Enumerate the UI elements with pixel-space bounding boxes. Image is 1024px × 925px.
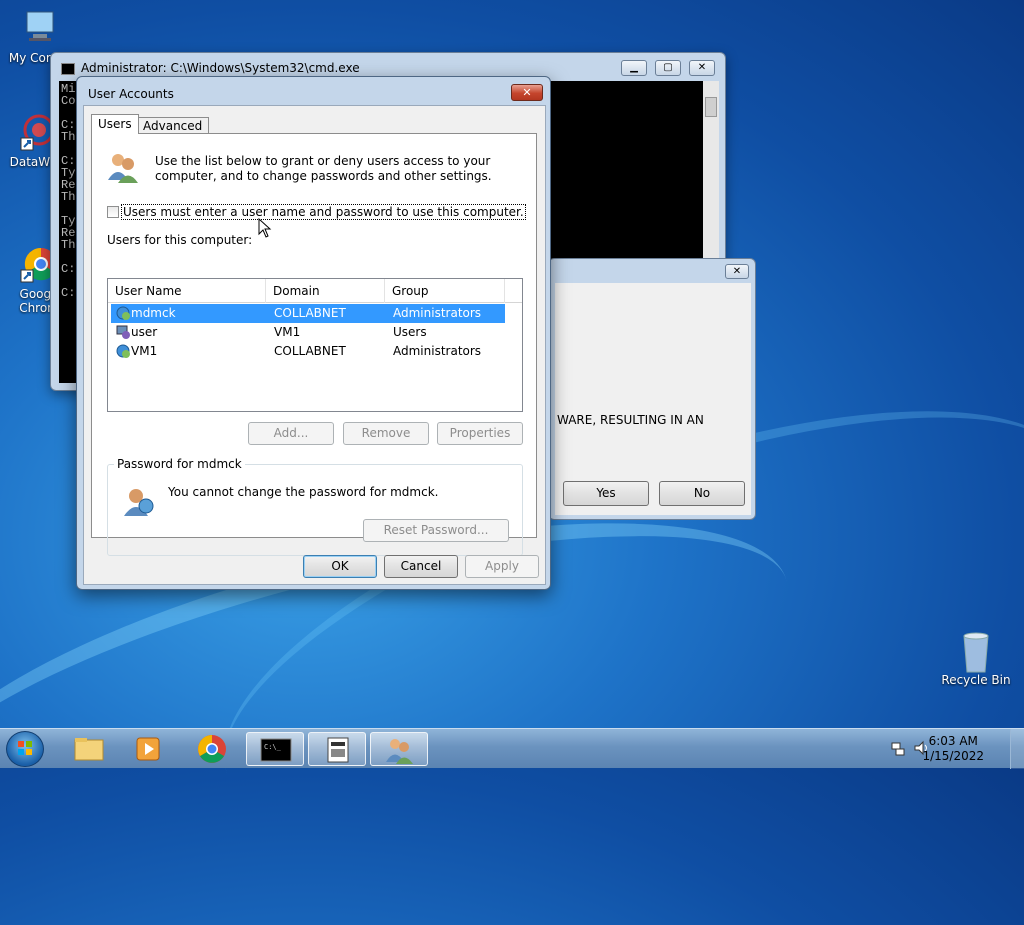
taskbar-app[interactable] xyxy=(308,732,366,766)
taskbar-explorer[interactable] xyxy=(60,732,118,766)
window-app-icon xyxy=(327,737,349,763)
maximize-button[interactable]: ▢ xyxy=(655,60,681,76)
no-button[interactable]: No xyxy=(659,481,745,506)
table-row[interactable]: user VM1 Users xyxy=(111,323,505,342)
require-password-label[interactable]: Users must enter a user name and passwor… xyxy=(121,204,526,220)
clock-time: 6:03 AM xyxy=(928,734,978,748)
recycle-bin-icon xyxy=(956,630,996,673)
users-list-label: Users for this computer: xyxy=(107,233,253,247)
show-desktop-button[interactable] xyxy=(1010,729,1024,769)
dialog-panel: Users Advanced Use the list below to gra… xyxy=(83,105,546,585)
cell-user-name: user xyxy=(131,325,158,339)
intro-text: Use the list below to grant or deny user… xyxy=(155,154,492,183)
tab-users[interactable]: Users xyxy=(91,114,139,134)
desktop-icon-recycle-bin[interactable]: Recycle Bin xyxy=(938,630,1014,687)
user-computer-icon xyxy=(115,324,131,340)
chrome-icon xyxy=(198,735,226,763)
column-header-domain[interactable]: Domain xyxy=(266,279,385,303)
taskbar-media-player[interactable] xyxy=(120,732,178,766)
minimize-button[interactable]: ▁ xyxy=(621,60,647,76)
table-row[interactable]: mdmck COLLABNET Administrators xyxy=(111,304,505,323)
user-globe-icon xyxy=(115,305,131,321)
close-button[interactable]: ✕ xyxy=(689,60,715,76)
taskbar: C:\_ 6:03 AM 1/15/2022 xyxy=(0,728,1024,769)
cell-domain: VM1 xyxy=(274,325,301,339)
cell-group: Administrators xyxy=(393,344,482,358)
background-dialog[interactable]: ✕ WARE, RESULTING IN AN Yes No xyxy=(548,258,756,520)
close-button[interactable]: ✕ xyxy=(511,84,543,101)
media-player-icon xyxy=(136,737,160,761)
password-group-label: Password for mdmck xyxy=(114,457,245,471)
column-header-user-name[interactable]: User Name xyxy=(108,279,266,303)
taskbar-cmd[interactable]: C:\_ xyxy=(246,732,304,766)
list-header: User Name Domain Group xyxy=(108,279,522,303)
ok-button[interactable]: OK xyxy=(303,555,377,578)
properties-button[interactable]: Properties xyxy=(437,422,523,445)
dialog-message: WARE, RESULTING IN AN xyxy=(557,413,704,427)
apply-button[interactable]: Apply xyxy=(465,555,539,578)
background-dialog-body: WARE, RESULTING IN AN Yes No xyxy=(555,283,751,515)
cell-group: Users xyxy=(393,325,427,339)
scrollbar-thumb[interactable] xyxy=(705,97,717,117)
password-message: You cannot change the password for mdmck… xyxy=(168,485,439,499)
password-group xyxy=(107,464,523,556)
remove-button[interactable]: Remove xyxy=(343,422,429,445)
users-icon xyxy=(106,150,140,184)
column-header-group[interactable]: Group xyxy=(385,279,505,303)
network-icon[interactable] xyxy=(890,740,906,756)
table-row[interactable]: VM1 COLLABNET Administrators xyxy=(111,342,505,361)
cell-user-name: VM1 xyxy=(131,344,158,358)
dialog-title: User Accounts xyxy=(88,87,174,101)
desktop-icon-label: Recycle Bin xyxy=(941,673,1011,687)
windows-logo-icon xyxy=(18,741,32,755)
mouse-cursor-icon xyxy=(258,217,272,238)
taskbar-user-accounts[interactable] xyxy=(370,732,428,766)
user-globe-icon xyxy=(115,343,131,359)
cmd-window-title: Administrator: C:\Windows\System32\cmd.e… xyxy=(81,61,360,75)
system-clock[interactable]: 6:03 AM 1/15/2022 xyxy=(922,734,984,764)
computer-icon xyxy=(17,8,57,48)
cell-domain: COLLABNET xyxy=(274,306,346,320)
users-list[interactable]: User Name Domain Group mdmck COLLABNET A… xyxy=(107,278,523,412)
user-accounts-dialog[interactable]: User Accounts ✕ Users Advanced Use the l… xyxy=(76,76,551,590)
close-button[interactable]: ✕ xyxy=(725,264,749,279)
cmd-icon xyxy=(61,63,75,75)
yes-button[interactable]: Yes xyxy=(563,481,649,506)
folder-icon xyxy=(74,738,104,761)
reset-password-button[interactable]: Reset Password... xyxy=(363,519,509,542)
cmd-icon: C:\_ xyxy=(260,738,292,762)
cancel-button[interactable]: Cancel xyxy=(384,555,458,578)
user-password-icon xyxy=(122,484,156,518)
require-password-checkbox[interactable] xyxy=(107,206,119,218)
cell-user-name: mdmck xyxy=(131,306,176,320)
add-button[interactable]: Add... xyxy=(248,422,334,445)
taskbar-chrome[interactable] xyxy=(183,732,241,766)
start-button[interactable] xyxy=(6,731,44,767)
users-tab-panel: Use the list below to grant or deny user… xyxy=(91,133,537,556)
cell-group: Administrators xyxy=(393,306,482,320)
users-icon xyxy=(386,739,413,764)
tab-advanced[interactable]: Advanced xyxy=(136,117,210,134)
svg-text:C:\_: C:\_ xyxy=(264,743,282,751)
cell-domain: COLLABNET xyxy=(274,344,346,358)
clock-date: 1/15/2022 xyxy=(922,749,984,763)
